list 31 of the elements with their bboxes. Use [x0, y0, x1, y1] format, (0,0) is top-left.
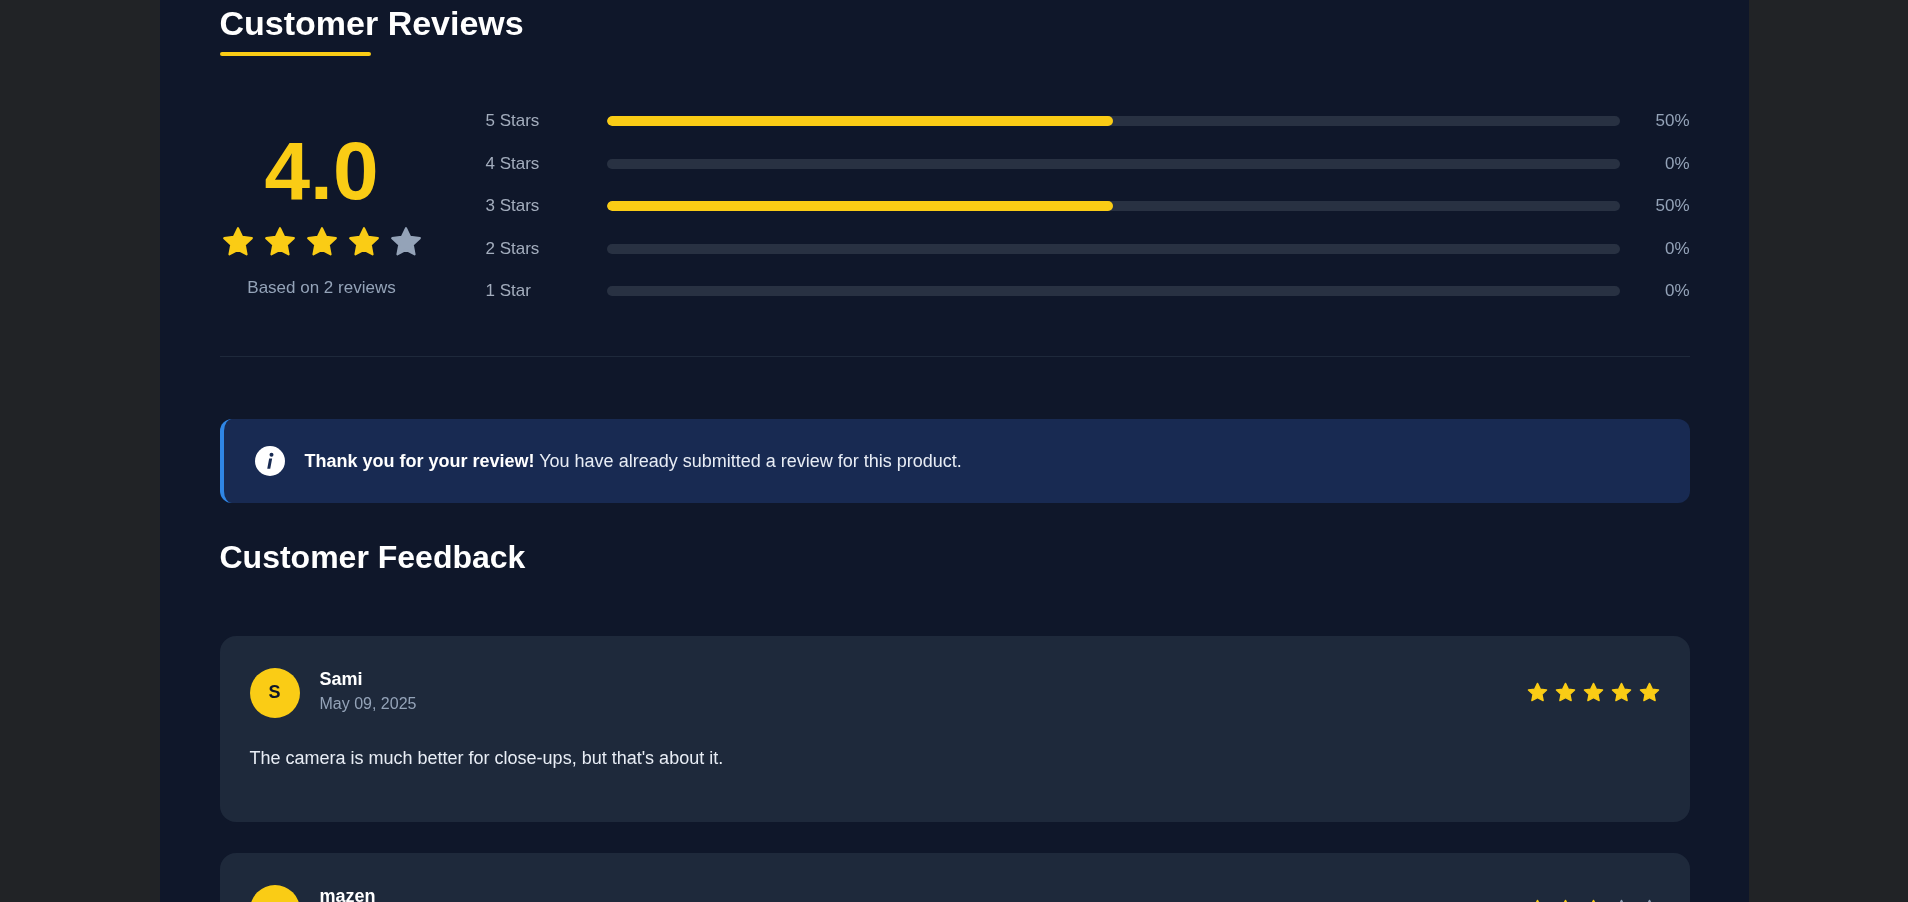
rating-label: 1 Star	[485, 281, 532, 302]
filled-star-icon	[1582, 682, 1604, 703]
rating-label: 3 Stars	[485, 196, 541, 217]
filled-star-icon	[1526, 682, 1548, 703]
filled-star-icon	[221, 226, 254, 258]
avatar: S	[249, 667, 300, 718]
section-heading: Customer Reviews	[219, 3, 524, 43]
rating-percent: 0%	[1663, 238, 1690, 259]
average-rating: 4.0	[264, 130, 379, 212]
review-text: The camera is much better for close-ups, but that's about it.	[249, 746, 725, 770]
filled-star-icon	[1554, 682, 1576, 703]
empty-star-icon	[389, 226, 422, 258]
info-icon	[254, 445, 285, 476]
review-count: Based on 2 reviews	[247, 277, 396, 299]
filled-star-icon	[305, 226, 338, 258]
rating-label: 2 Stars	[485, 238, 541, 259]
rating-percent: 50%	[1654, 196, 1690, 217]
reviewer-name: mazen	[319, 884, 376, 902]
filled-star-icon	[347, 226, 380, 258]
rating-percent: 0%	[1663, 153, 1690, 174]
alert-message: Thank you for your review! You have already submitted a review for this product.	[304, 449, 962, 473]
filled-star-icon	[1610, 682, 1632, 703]
reviewer-name: Sami	[319, 667, 364, 690]
review-date: May 09, 2025	[319, 693, 417, 714]
rating-percent: 0%	[1663, 281, 1690, 302]
rating-label: 5 Stars	[485, 111, 541, 132]
rating-label: 4 Stars	[485, 153, 541, 174]
rating-percent: 50%	[1654, 111, 1690, 132]
filled-star-icon	[1638, 682, 1660, 703]
filled-star-icon	[263, 226, 296, 258]
section-heading: Customer Feedback	[219, 537, 526, 577]
